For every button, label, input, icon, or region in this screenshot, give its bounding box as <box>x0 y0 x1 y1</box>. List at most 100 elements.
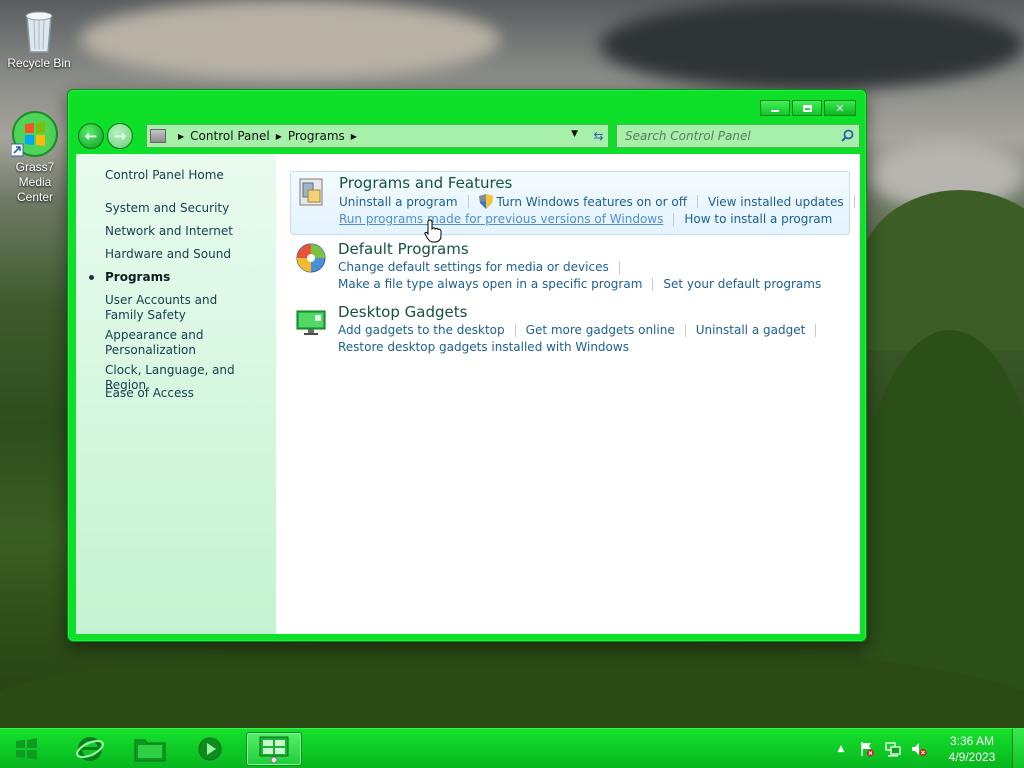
maximize-icon <box>802 104 812 112</box>
sidebar-item-system-security[interactable]: System and Security <box>105 201 265 216</box>
control-panel-icon <box>259 736 289 763</box>
media-player-icon <box>198 737 222 761</box>
link-separator <box>618 260 620 274</box>
link-row: Change default settings for media or dev… <box>338 260 630 274</box>
link-separator <box>853 195 855 208</box>
clock-time: 3:36 AM <box>949 734 995 748</box>
link-row: Run programs made for previous versions … <box>339 212 832 226</box>
link-row: Make a file type always open in a specif… <box>338 277 821 291</box>
sidebar-item-hardware-sound[interactable]: Hardware and Sound <box>105 247 265 262</box>
hand-cursor-icon <box>424 219 442 243</box>
refresh-button[interactable]: ⇆ <box>588 124 609 148</box>
link-restore-gadgets[interactable]: Restore desktop gadgets installed with W… <box>338 340 629 354</box>
default-programs-icon[interactable] <box>295 242 327 274</box>
windows-logo-icon <box>16 738 37 760</box>
taskbar-media-player[interactable] <box>182 732 238 766</box>
link-windows-features[interactable]: Turn Windows features on or off <box>497 195 688 209</box>
background-cloud <box>80 0 500 80</box>
sidebar-home-link[interactable]: Control Panel Home <box>105 168 265 183</box>
category-default-programs: Default Programs Change default settings… <box>290 238 850 294</box>
taskbar: ▲ 3:36 AM 4/9/2023 <box>0 728 1024 768</box>
taskbar-internet-explorer[interactable] <box>62 732 118 766</box>
chevron-up-icon: ▲ <box>837 744 845 754</box>
link-installed-updates[interactable]: View installed updates <box>708 195 844 209</box>
minimize-button[interactable] <box>760 100 790 116</box>
link-how-to-install[interactable]: How to install a program <box>684 212 832 226</box>
link-separator <box>514 323 516 337</box>
volume-muted-icon[interactable] <box>910 740 928 758</box>
close-button[interactable]: ✕ <box>824 100 856 116</box>
sidebar-item-ease-of-access[interactable]: Ease of Access <box>105 386 265 401</box>
show-hidden-icons-button[interactable]: ▲ <box>832 740 850 758</box>
clock[interactable]: 3:36 AM 4/9/2023 <box>932 733 1012 765</box>
category-programs-features: Programs and Features Uninstall a progra… <box>290 171 855 235</box>
link-change-default-settings[interactable]: Change default settings for media or dev… <box>338 260 609 274</box>
show-desktop-button[interactable] <box>1012 729 1024 768</box>
search-icon[interactable] <box>841 129 854 142</box>
programs-features-icon[interactable] <box>296 176 328 208</box>
main-content: Programs and Features Uninstall a progra… <box>276 154 860 634</box>
action-center-icon[interactable] <box>858 740 876 758</box>
category-title-default-programs[interactable]: Default Programs <box>338 240 469 258</box>
start-button[interactable] <box>0 732 52 766</box>
background-hill <box>860 190 1024 350</box>
desktop-icon-media-center[interactable]: Grass7 Media Center <box>2 110 68 205</box>
control-panel-window: ✕ ← → ▶ Control Panel ▶ Programs ▶ ▼ ⇆ S… <box>67 89 867 642</box>
arrow-right-icon: → <box>113 127 127 145</box>
link-uninstall-program[interactable]: Uninstall a program <box>339 195 458 209</box>
sidebar-item-programs: Programs <box>105 270 171 284</box>
desktop-icon-recycle-bin[interactable]: Recycle Bin <box>3 8 75 70</box>
link-separator <box>684 323 686 337</box>
link-add-gadgets[interactable]: Add gadgets to the desktop <box>338 323 505 337</box>
link-separator <box>467 195 469 208</box>
desktop-gadgets-icon[interactable] <box>295 305 327 337</box>
uac-shield-icon <box>478 194 493 209</box>
link-set-default-programs[interactable]: Set your default programs <box>663 277 821 291</box>
back-button[interactable]: ← <box>78 123 104 149</box>
maximize-button[interactable] <box>792 100 822 116</box>
taskbar-control-panel[interactable] <box>246 732 302 766</box>
link-row: Restore desktop gadgets installed with W… <box>338 340 629 354</box>
control-panel-icon <box>150 129 166 143</box>
search-input[interactable]: Search Control Panel <box>617 129 751 143</box>
windows-media-center-icon <box>10 110 59 158</box>
link-row: Uninstall a program Turn Windows feature… <box>339 194 865 209</box>
forward-button[interactable]: → <box>107 123 133 149</box>
link-run-previous-versions[interactable]: Run programs made for previous versions … <box>339 212 663 226</box>
caption-buttons: ✕ <box>760 100 856 116</box>
network-icon[interactable] <box>884 740 902 758</box>
link-separator <box>815 323 817 337</box>
breadcrumb-arrow-icon[interactable]: ▶ <box>276 132 282 141</box>
breadcrumb-control-panel[interactable]: Control Panel <box>190 129 270 143</box>
current-item-bullet <box>89 275 94 280</box>
address-bar[interactable]: ▶ Control Panel ▶ Programs ▶ ▼ <box>146 124 609 148</box>
close-icon: ✕ <box>835 101 845 115</box>
category-desktop-gadgets: Desktop Gadgets Add gadgets to the deskt… <box>290 301 850 357</box>
sidebar-item-network-internet[interactable]: Network and Internet <box>105 224 265 239</box>
sidebar: Control Panel Home System and Security N… <box>76 154 276 634</box>
link-separator <box>652 277 654 291</box>
category-title-desktop-gadgets[interactable]: Desktop Gadgets <box>338 303 467 321</box>
link-uninstall-gadget[interactable]: Uninstall a gadget <box>696 323 806 337</box>
minimize-icon <box>771 110 779 112</box>
sidebar-item-user-accounts[interactable]: User Accounts and Family Safety <box>105 293 255 323</box>
system-tray: ▲ 3:36 AM 4/9/2023 <box>828 729 1024 768</box>
breadcrumb-arrow-icon[interactable]: ▶ <box>351 132 357 141</box>
refresh-icon: ⇆ <box>593 129 604 143</box>
category-title-programs-features[interactable]: Programs and Features <box>339 174 512 192</box>
navigation-bar: ← → ▶ Control Panel ▶ Programs ▶ ▼ ⇆ Sea… <box>76 122 860 150</box>
sidebar-item-appearance[interactable]: Appearance and Personalization <box>105 328 225 358</box>
link-get-more-gadgets[interactable]: Get more gadgets online <box>526 323 675 337</box>
clock-date: 4/9/2023 <box>948 750 996 764</box>
link-separator <box>697 195 699 208</box>
search-box[interactable]: Search Control Panel <box>616 124 860 148</box>
link-file-type-association[interactable]: Make a file type always open in a specif… <box>338 277 642 291</box>
breadcrumb-programs[interactable]: Programs <box>288 129 345 143</box>
desktop-icon-label: Grass7 Media Center <box>15 160 55 204</box>
arrow-left-icon: ← <box>84 127 98 145</box>
taskbar-file-explorer[interactable] <box>122 732 178 766</box>
address-dropdown-icon[interactable]: ▼ <box>571 129 578 139</box>
breadcrumb-arrow-icon[interactable]: ▶ <box>178 132 184 141</box>
folder-icon <box>134 739 166 762</box>
desktop-icon-label: Recycle Bin <box>7 56 71 70</box>
